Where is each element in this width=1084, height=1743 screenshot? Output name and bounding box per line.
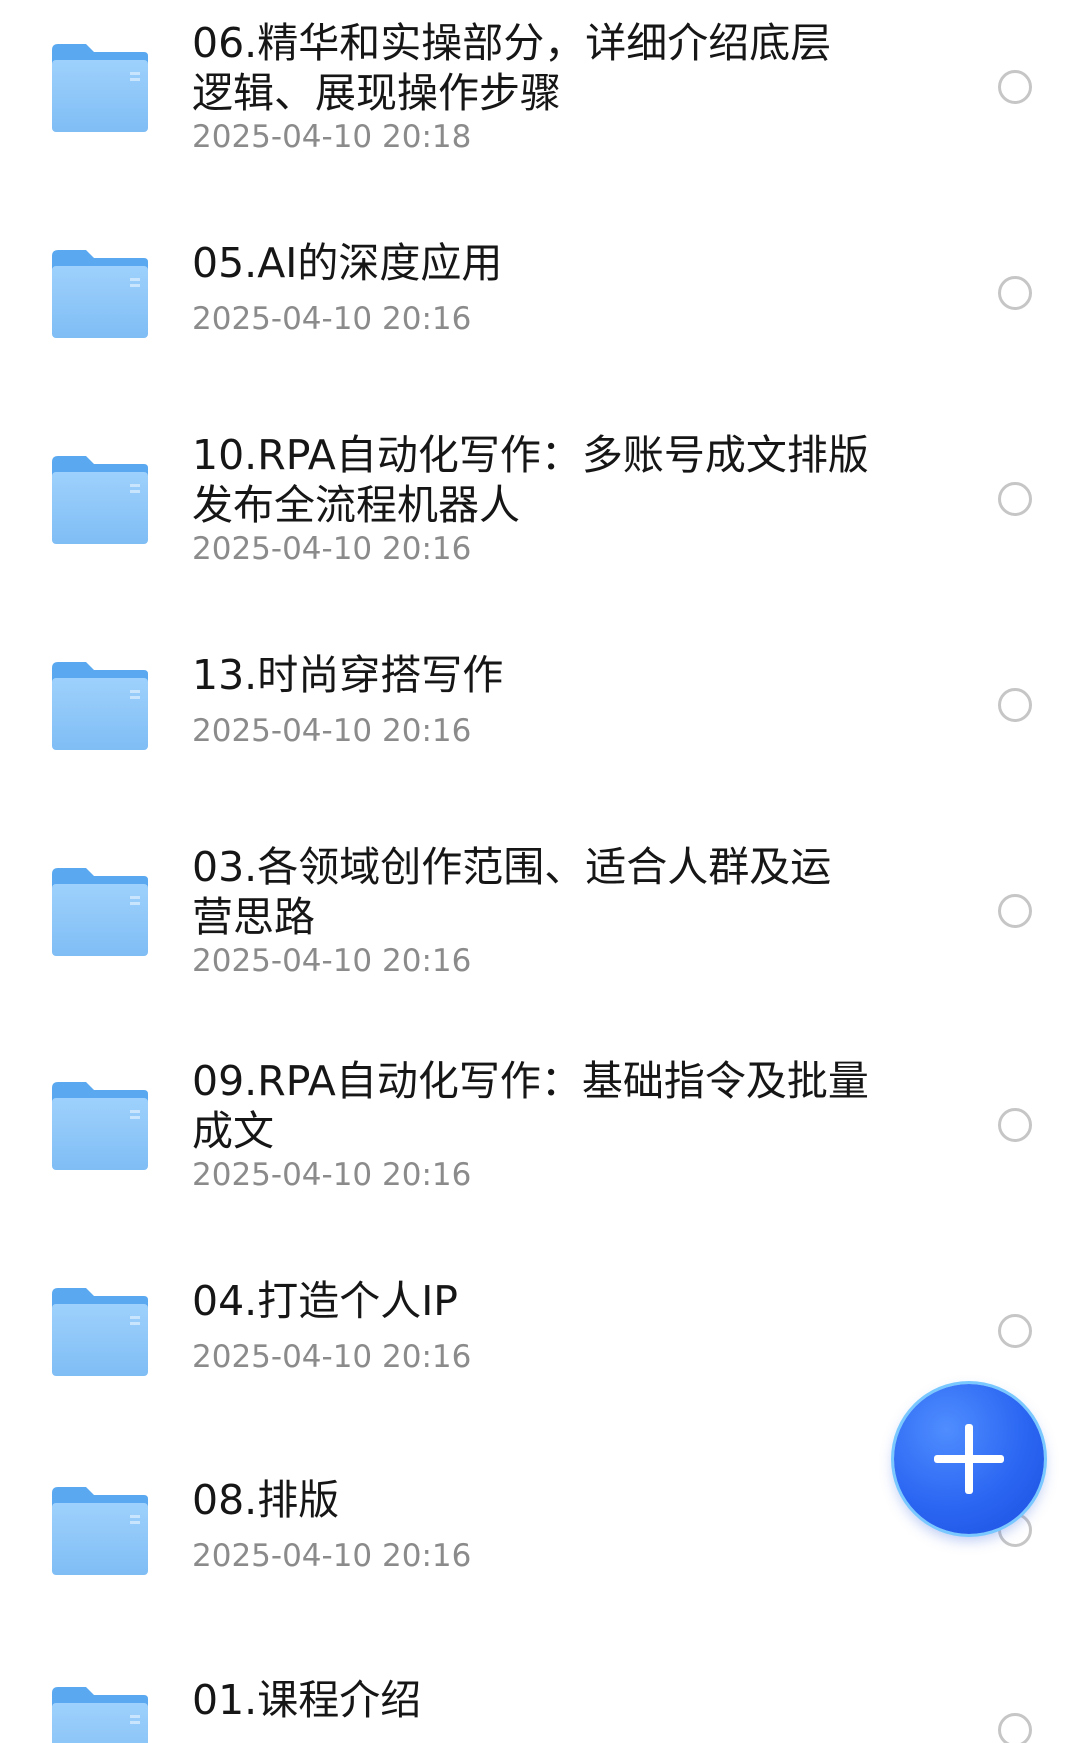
plus-icon [934, 1424, 1004, 1494]
folder-name: 08.排版 [192, 1476, 340, 1524]
folder-modified-date: 2025-04-10 20:16 [192, 1538, 472, 1574]
select-checkbox[interactable] [998, 276, 1032, 310]
folder-name: 06.精华和实操部分，详细介绍底层 逻辑、展现操作步骤 [192, 19, 832, 117]
select-checkbox[interactable] [998, 482, 1032, 516]
list-item[interactable]: 13.时尚穿搭写作 2025-04-10 20:16 [0, 618, 1084, 818]
list-item[interactable]: 03.各领域创作范围、适合人群及运 营思路 2025-04-10 20:16 [0, 824, 1084, 1024]
select-checkbox[interactable] [998, 894, 1032, 928]
folder-modified-date: 2025-04-10 20:16 [192, 301, 472, 337]
select-checkbox[interactable] [998, 1108, 1032, 1142]
select-checkbox[interactable] [998, 688, 1032, 722]
select-checkbox[interactable] [998, 70, 1032, 104]
select-checkbox[interactable] [998, 1314, 1032, 1348]
folder-icon [52, 456, 148, 544]
select-checkbox[interactable] [998, 1713, 1032, 1743]
folder-modified-date: 2025-04-10 20:18 [192, 119, 472, 155]
folder-modified-date: 2025-04-10 20:16 [192, 713, 472, 749]
folder-icon [52, 1487, 148, 1575]
folder-modified-date: 2025-04-10 20:16 [192, 531, 472, 567]
folder-icon [52, 44, 148, 132]
folder-icon [52, 662, 148, 750]
folder-icon [52, 868, 148, 956]
list-item[interactable]: 10.RPA自动化写作：多账号成文排版 发布全流程机器人 2025-04-10 … [0, 412, 1084, 612]
folder-modified-date: 2025-04-10 20:16 [192, 943, 472, 979]
folder-name: 10.RPA自动化写作：多账号成文排版 发布全流程机器人 [192, 431, 869, 529]
folder-name: 13.时尚穿搭写作 [192, 651, 504, 699]
folder-name: 03.各领域创作范围、适合人群及运 营思路 [192, 843, 832, 941]
folder-icon [52, 1288, 148, 1376]
folder-modified-date: 2025-04-10 20:16 [192, 1339, 472, 1375]
list-item[interactable]: 05.AI的深度应用 2025-04-10 20:16 [0, 206, 1084, 406]
list-item[interactable]: 06.精华和实操部分，详细介绍底层 逻辑、展现操作步骤 2025-04-10 2… [0, 0, 1084, 200]
folder-name: 09.RPA自动化写作：基础指令及批量 成文 [192, 1057, 869, 1155]
list-item[interactable]: 01.课程介绍 [0, 1643, 1084, 1743]
list-item[interactable]: 09.RPA自动化写作：基础指令及批量 成文 2025-04-10 20:16 [0, 1038, 1084, 1238]
folder-icon [52, 1082, 148, 1170]
folder-icon [52, 1687, 148, 1743]
folder-name: 01.课程介绍 [192, 1676, 422, 1724]
folder-name: 04.打造个人IP [192, 1277, 459, 1325]
add-button[interactable] [894, 1384, 1044, 1534]
folder-icon [52, 250, 148, 338]
folder-name: 05.AI的深度应用 [192, 239, 503, 287]
folder-modified-date: 2025-04-10 20:16 [192, 1157, 472, 1193]
